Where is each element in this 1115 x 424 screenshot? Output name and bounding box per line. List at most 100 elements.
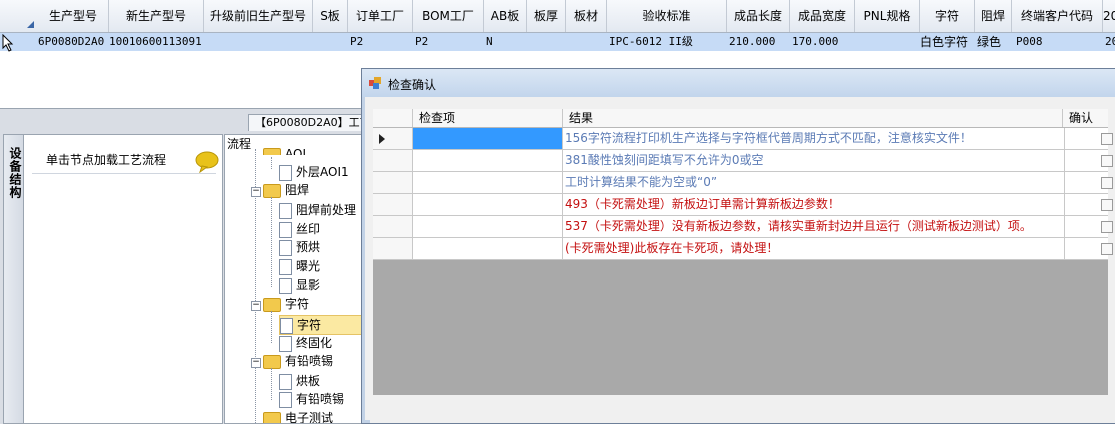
check-item-cell[interactable] bbox=[413, 150, 563, 171]
tree-node[interactable]: 有铅喷锡 bbox=[263, 352, 333, 370]
confirm-cell[interactable] bbox=[1063, 150, 1108, 171]
cell: 20 bbox=[1103, 33, 1115, 51]
confirm-cell[interactable] bbox=[1063, 172, 1108, 193]
row-header[interactable] bbox=[373, 194, 413, 215]
dialog-titlebar[interactable]: 检查确认 bbox=[362, 69, 1115, 97]
col-header-confirm[interactable]: 确认 bbox=[1063, 109, 1108, 127]
row-header[interactable] bbox=[373, 128, 413, 149]
col-header[interactable]: AB板 bbox=[484, 0, 527, 32]
folder-icon bbox=[263, 148, 281, 156]
row-header[interactable] bbox=[373, 238, 413, 259]
confirm-cell[interactable] bbox=[1063, 216, 1108, 237]
col-header[interactable]: 新生产型号 bbox=[109, 0, 204, 32]
process-panel: 单击节点加载工艺流程 bbox=[23, 134, 223, 424]
col-header[interactable]: 验收标准 bbox=[607, 0, 727, 32]
table-row[interactable]: 381酸性蚀刻间距填写不允许为0或空 bbox=[373, 150, 1108, 172]
col-header[interactable]: 生产型号 bbox=[38, 0, 109, 32]
tab-equipment-structure[interactable]: 设备结构 bbox=[3, 134, 24, 424]
confirm-checkbox[interactable] bbox=[1101, 155, 1113, 167]
result-cell: 156字符流程打印机生产选择与字符框代普周期方式不匹配，注意核实文件！ bbox=[563, 128, 1065, 149]
tree-node[interactable]: 有铅喷锡 bbox=[279, 390, 344, 408]
table-row[interactable]: 6P0080D2A0 10010600113091 P2 P2 N IPC-60… bbox=[0, 33, 1115, 51]
tree-node[interactable]: 外层AOI1 bbox=[279, 163, 349, 181]
confirm-checkbox[interactable] bbox=[1101, 177, 1113, 189]
col-header[interactable]: 成品长度 bbox=[727, 0, 790, 32]
cell: 6P0080D2A0 bbox=[36, 33, 110, 51]
tree-node-aoi[interactable]: AOI bbox=[263, 145, 306, 155]
tree-node-selected[interactable]: 字符 bbox=[279, 315, 362, 335]
col-header[interactable]: 阻焊 bbox=[975, 0, 1012, 32]
col-header[interactable]: BOM工厂 bbox=[413, 0, 484, 32]
tree-node[interactable]: 曝光 bbox=[279, 257, 320, 275]
confirm-checkbox[interactable] bbox=[1101, 221, 1113, 233]
tree-node[interactable]: 阻焊前处理 bbox=[279, 201, 356, 219]
confirm-cell[interactable] bbox=[1063, 238, 1108, 259]
result-cell: 工时计算结果不能为空或“0” bbox=[563, 172, 1065, 193]
check-confirm-dialog[interactable]: 检查确认 检查项 结果 确认 156字符流程打印机生产选择与字符框代普周期方式不… bbox=[361, 68, 1115, 424]
cell: 绿色 bbox=[975, 33, 1013, 51]
row-header[interactable] bbox=[373, 216, 413, 237]
confirm-cell[interactable] bbox=[1063, 194, 1108, 215]
tree-node[interactable]: 终固化 bbox=[279, 334, 332, 352]
app-icon bbox=[369, 77, 381, 89]
tree-node[interactable]: 阻焊 bbox=[263, 181, 309, 199]
col-header[interactable]: 订单工厂 bbox=[348, 0, 413, 32]
table-row[interactable]: 537（卡死需处理）没有新板边参数，请核实重新封边并且运行（测试新板边测试）项。 bbox=[373, 216, 1108, 238]
tree-node[interactable]: 预烘 bbox=[279, 238, 320, 256]
col-header[interactable]: 字符 bbox=[920, 0, 975, 32]
cell: P008 bbox=[1014, 33, 1104, 51]
col-header[interactable]: 升级前旧生产型号 bbox=[204, 0, 313, 32]
check-item-cell[interactable] bbox=[413, 172, 563, 193]
table-row[interactable]: (卡死需处理)此板存在卡死项，请处理！ bbox=[373, 238, 1108, 260]
cell: 210.000 bbox=[727, 33, 791, 51]
document-icon bbox=[279, 336, 292, 352]
col-header-check-item[interactable]: 检查项 bbox=[413, 109, 563, 127]
check-item-cell[interactable] bbox=[413, 238, 563, 259]
check-item-cell[interactable] bbox=[413, 216, 563, 237]
col-header[interactable]: S板 bbox=[313, 0, 348, 32]
check-item-cell[interactable] bbox=[413, 194, 563, 215]
col-header[interactable]: 20 bbox=[1103, 0, 1115, 32]
table-row[interactable]: 156字符流程打印机生产选择与字符框代普周期方式不匹配，注意核实文件！ bbox=[373, 128, 1108, 150]
document-icon bbox=[279, 392, 292, 408]
table-row[interactable]: 493（卡死需处理）新板边订单需计算新板边参数！ bbox=[373, 194, 1108, 216]
result-cell: 537（卡死需处理）没有新板边参数，请核实重新封边并且运行（测试新板边测试）项。 bbox=[563, 216, 1065, 237]
confirm-cell[interactable] bbox=[1063, 128, 1108, 149]
select-all-corner[interactable] bbox=[0, 0, 38, 32]
check-item-cell[interactable] bbox=[413, 128, 563, 149]
mouse-cursor-icon bbox=[2, 34, 14, 52]
confirm-checkbox[interactable] bbox=[1101, 243, 1113, 255]
check-results-grid[interactable]: 检查项 结果 确认 156字符流程打印机生产选择与字符框代普周期方式不匹配，注意… bbox=[373, 109, 1108, 395]
cell: P2 bbox=[413, 33, 485, 51]
cell: IPC-6012 II级 bbox=[607, 33, 728, 51]
col-header-result[interactable]: 结果 bbox=[563, 109, 1063, 127]
collapse-toggle[interactable]: − bbox=[251, 358, 261, 368]
tree-node[interactable]: 烘板 bbox=[279, 372, 320, 390]
cell: P2 bbox=[348, 33, 414, 51]
panel-hint: 单击节点加载工艺流程 bbox=[46, 151, 166, 168]
table-row[interactable]: 工时计算结果不能为空或“0” bbox=[373, 172, 1108, 194]
col-header[interactable]: 成品宽度 bbox=[790, 0, 855, 32]
process-tree[interactable]: 流程 AOI 外层AOI1 − 阻焊 阻焊前处理 丝印 预烘 曝光 显影 − 字… bbox=[224, 134, 366, 424]
col-header[interactable]: 板材 bbox=[566, 0, 607, 32]
collapse-toggle[interactable]: − bbox=[251, 187, 261, 197]
col-header[interactable]: 终端客户代码 bbox=[1012, 0, 1103, 32]
tree-node[interactable]: 显影 bbox=[279, 276, 320, 294]
collapse-toggle[interactable]: − bbox=[251, 301, 261, 311]
dialog-title: 检查确认 bbox=[388, 76, 436, 93]
row-header[interactable] bbox=[373, 150, 413, 171]
document-icon bbox=[279, 240, 292, 256]
col-header[interactable]: PNL规格 bbox=[855, 0, 920, 32]
col-header[interactable]: 板厚 bbox=[527, 0, 566, 32]
tree-title: 流程 bbox=[227, 135, 251, 152]
confirm-checkbox[interactable] bbox=[1101, 199, 1113, 211]
result-cell: 381酸性蚀刻间距填写不允许为0或空 bbox=[563, 150, 1065, 171]
confirm-checkbox[interactable] bbox=[1101, 133, 1113, 145]
tree-node[interactable]: 字符 bbox=[263, 295, 309, 313]
row-header[interactable] bbox=[373, 172, 413, 193]
cell: N bbox=[484, 33, 528, 51]
flow-tab[interactable]: 【6P0080D2A0】工艺 bbox=[248, 114, 372, 131]
panel-header: 单击节点加载工艺流程 bbox=[32, 143, 216, 174]
result-cell: 493（卡死需处理）新板边订单需计算新板边参数！ bbox=[563, 194, 1065, 215]
tree-node[interactable]: 丝印 bbox=[279, 220, 320, 238]
